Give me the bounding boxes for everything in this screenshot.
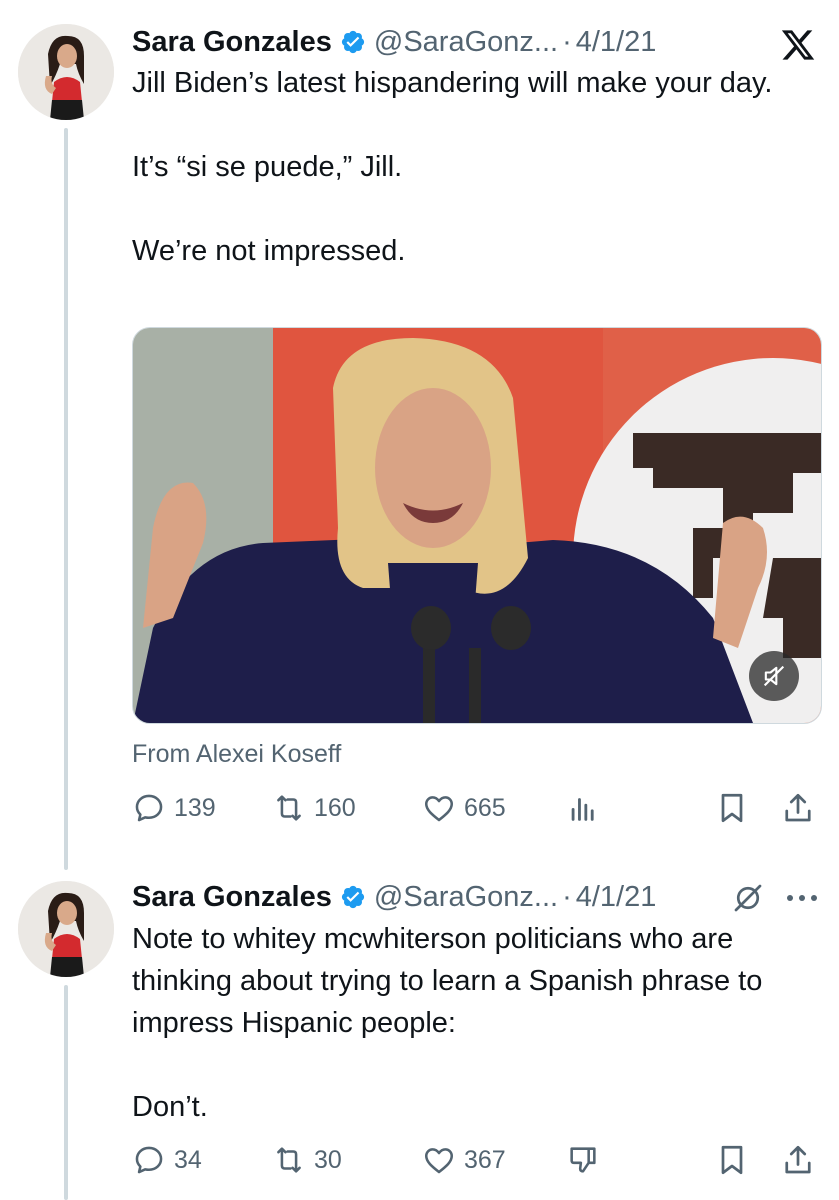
- author-name[interactable]: Sara Gonzales: [132, 26, 332, 59]
- x-logo-icon: [780, 27, 816, 63]
- share-button[interactable]: [780, 1142, 816, 1183]
- verified-badge-icon: [340, 884, 366, 910]
- retweet-count: 160: [314, 793, 356, 822]
- bookmark-button[interactable]: [714, 1142, 750, 1183]
- thread-connector-line: [64, 985, 68, 1200]
- like-count: 367: [464, 1145, 506, 1174]
- like-button[interactable]: 367: [422, 1140, 506, 1180]
- verified-badge-icon: [340, 29, 366, 55]
- author-handle[interactable]: @SaraGonz...: [374, 881, 558, 914]
- mute-icon: [763, 665, 785, 687]
- heart-icon: [424, 1148, 454, 1174]
- views-icon: [571, 798, 594, 821]
- grok-icon[interactable]: [730, 880, 766, 916]
- share-button[interactable]: [780, 790, 816, 831]
- thread-connector-line: [64, 128, 68, 870]
- tweet-paragraph: Don’t.: [132, 1091, 208, 1123]
- reply-count: 34: [174, 1145, 202, 1174]
- tweet-actions: 139 160 665: [132, 788, 822, 828]
- retweet-icon: [277, 795, 301, 821]
- separator-dot: ·: [562, 25, 572, 58]
- reply-icon: [135, 1146, 163, 1174]
- tweet-date[interactable]: 4/1/21: [576, 26, 657, 59]
- tweet-actions: 34 30 367: [132, 1140, 822, 1180]
- share-icon: [785, 793, 811, 822]
- avatar[interactable]: [18, 881, 114, 977]
- video-frame: [133, 328, 821, 723]
- mute-button[interactable]: [749, 651, 799, 701]
- reply-button[interactable]: 139: [132, 788, 216, 828]
- downvote-icon: [570, 1147, 596, 1173]
- heart-icon: [424, 796, 454, 822]
- retweet-count: 30: [314, 1145, 342, 1174]
- like-button[interactable]: 665: [422, 788, 506, 828]
- bookmark-button[interactable]: [714, 790, 750, 831]
- bookmark-icon: [721, 1145, 743, 1175]
- share-icon: [785, 1145, 811, 1174]
- downvote-button[interactable]: [566, 1140, 600, 1180]
- more-icon[interactable]: [782, 890, 822, 906]
- media-attribution[interactable]: From Alexei Koseff: [132, 740, 341, 769]
- retweet-icon: [277, 1147, 301, 1173]
- retweet-button[interactable]: 30: [272, 1140, 342, 1180]
- tweet-paragraph: Note to whitey mcwhiterson politicians w…: [132, 923, 763, 1039]
- tweet-header: Sara Gonzales @SaraGonz... · 4/1/21: [132, 22, 656, 62]
- reply-button[interactable]: 34: [132, 1140, 202, 1180]
- separator-dot: ·: [562, 880, 572, 913]
- tweet-date[interactable]: 4/1/21: [576, 881, 657, 914]
- tweet-paragraph: We’re not impressed.: [132, 235, 406, 267]
- tweet-paragraph: Jill Biden’s latest hispandering will ma…: [132, 67, 773, 99]
- retweet-button[interactable]: 160: [272, 788, 356, 828]
- tweet-header: Sara Gonzales @SaraGonz... · 4/1/21: [132, 877, 656, 917]
- views-button[interactable]: [566, 788, 600, 828]
- tweet-paragraph: It’s “si se puede,” Jill.: [132, 151, 403, 183]
- reply-icon: [135, 794, 163, 822]
- reply-count: 139: [174, 793, 216, 822]
- tweet-text: Note to whitey mcwhiterson politicians w…: [132, 918, 772, 1128]
- bookmark-icon: [721, 793, 743, 823]
- avatar[interactable]: [18, 24, 114, 120]
- author-handle[interactable]: @SaraGonz...: [374, 26, 558, 59]
- tweet-text: Jill Biden’s latest hispandering will ma…: [132, 62, 812, 272]
- like-count: 665: [464, 793, 506, 822]
- video-player[interactable]: [132, 327, 822, 724]
- author-name[interactable]: Sara Gonzales: [132, 881, 332, 914]
